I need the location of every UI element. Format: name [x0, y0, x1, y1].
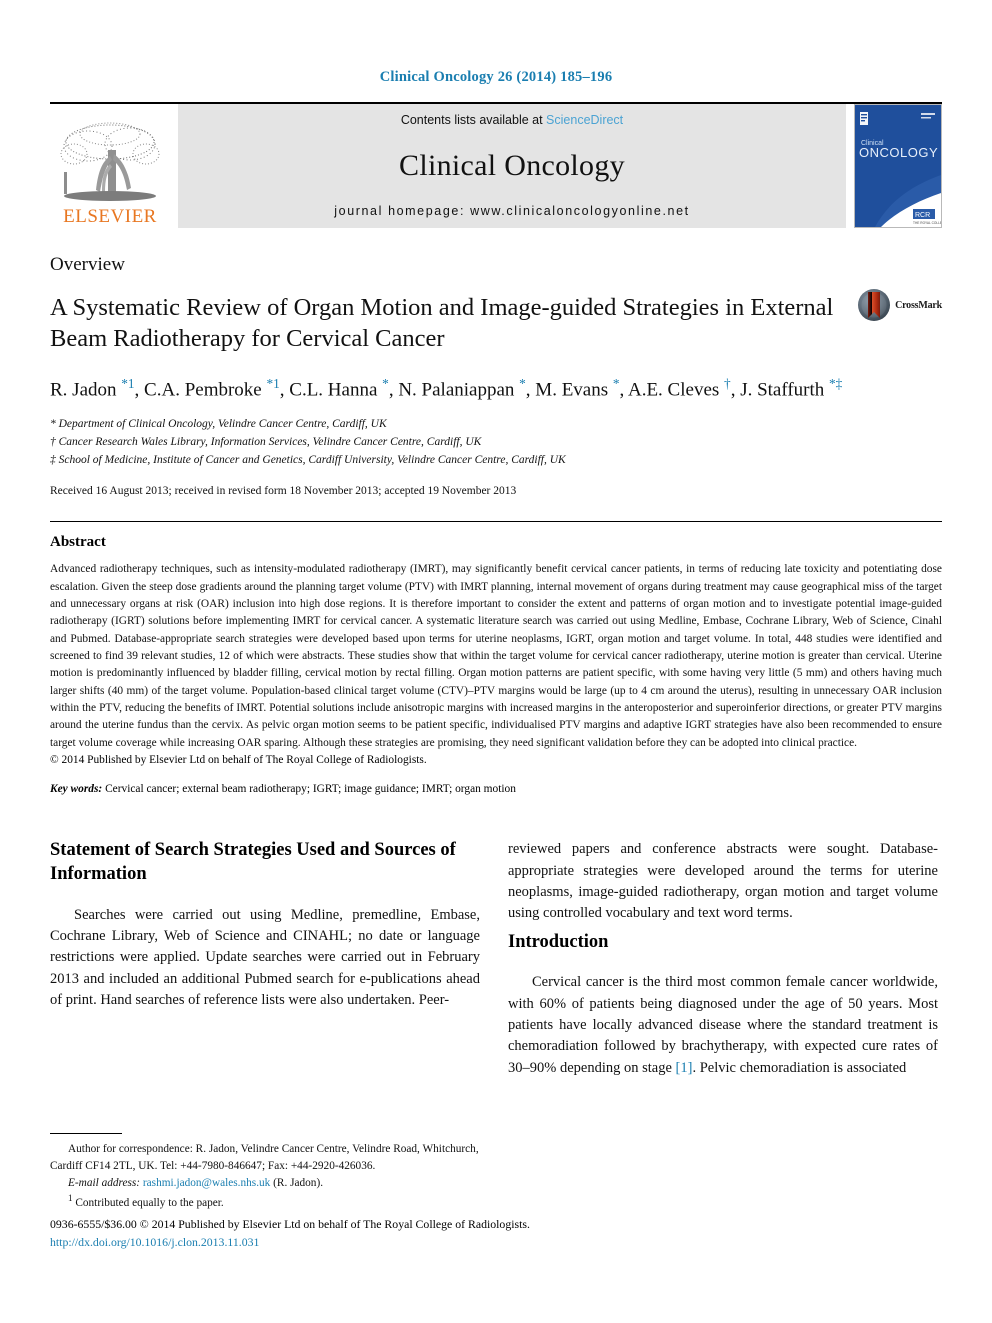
footnote-contributed-text: Contributed equally to the paper. [75, 1196, 224, 1209]
author-list: R. Jadon *1, C.A. Pembroke *1, C.L. Hann… [50, 375, 843, 401]
footnote-correspondence: Author for correspondence: R. Jadon, Vel… [50, 1143, 479, 1172]
paragraph-introduction: Cervical cancer is the third most common… [508, 972, 938, 1079]
email-suffix: (R. Jadon). [270, 1176, 324, 1189]
email-address-link[interactable]: rashmi.jadon@wales.nhs.uk [143, 1177, 270, 1189]
masthead-center-panel: Contents lists available at ScienceDirec… [178, 104, 846, 228]
paragraph-search-strategies: Searches were carried out using Medline,… [50, 906, 480, 1008]
doi-link[interactable]: http://dx.doi.org/10.1016/j.clon.2013.11… [50, 1234, 950, 1252]
footnote-marker-1: 1 [68, 1192, 73, 1203]
crossmark-badge[interactable]: CrossMark [857, 288, 942, 322]
footnote-divider [50, 1133, 122, 1134]
paragraph-search-strategies-continued: reviewed papers and conference abstracts… [508, 841, 938, 922]
running-head: Clinical Oncology 26 (2014) 185–196 [379, 69, 613, 85]
body-columns: Statement of Search Strategies Used and … [50, 839, 942, 1078]
journal-homepage-line[interactable]: journal homepage: www.clinicaloncologyon… [334, 204, 689, 218]
right-column: reviewed papers and conference abstracts… [508, 839, 938, 1078]
article-type-label: Overview [50, 254, 125, 275]
abstract-text: Advanced radiotherapy techniques, such a… [50, 563, 942, 749]
article-page: Clinical Oncology 26 (2014) 185–196 ELSE… [0, 0, 992, 1323]
affiliation-line: ‡ School of Medicine, Institute of Cance… [50, 453, 566, 466]
abstract-section: Abstract Advanced radiotherapy technique… [50, 521, 942, 795]
imprint-line: 0936-6555/$36.00 © 2014 Published by Els… [50, 1217, 530, 1231]
sciencedirect-link[interactable]: ScienceDirect [546, 113, 623, 127]
crossmark-label: CrossMark [895, 299, 942, 311]
svg-text:ONCOLOGY: ONCOLOGY [859, 145, 938, 160]
elsevier-logo: ELSEVIER [50, 104, 170, 228]
footnote-email: E-mail address: rashmi.jadon@wales.nhs.u… [50, 1175, 480, 1192]
email-label: E-mail address: [68, 1176, 141, 1189]
footnote-contributed: 1 Contributed equally to the paper. [50, 1192, 480, 1212]
abstract-heading: Abstract [50, 534, 106, 551]
elsevier-tree-icon [60, 122, 160, 201]
abstract-copyright: © 2014 Published by Elsevier Ltd on beha… [50, 754, 427, 767]
keywords-line: Key words: Cervical cancer; external bea… [50, 783, 942, 795]
elsevier-wordmark: ELSEVIER [63, 206, 157, 227]
contents-prefix-text: Contents lists available at [400, 113, 547, 127]
keywords-value: Cervical cancer; external beam radiother… [102, 783, 516, 796]
journal-masthead: ELSEVIER Contents lists available at Sci… [50, 102, 942, 228]
crossmark-icon [858, 289, 891, 321]
article-header: Overview CrossMark A Systematic Review o… [50, 254, 942, 497]
section-heading-search-strategies: Statement of Search Strategies Used and … [50, 840, 456, 885]
left-column: Statement of Search Strategies Used and … [50, 839, 480, 1078]
contents-list-line: Contents lists available at ScienceDirec… [401, 113, 623, 127]
keywords-label: Key words: [50, 783, 103, 796]
affiliation-line: † Cancer Research Wales Library, Informa… [50, 435, 482, 448]
citation-link-1[interactable]: [1] [676, 1060, 693, 1076]
affiliation-line: * Department of Clinical Oncology, Velin… [50, 418, 387, 431]
journal-title: Clinical Oncology [399, 148, 625, 182]
intro-text-b: . Pelvic chemoradiation is associated [692, 1059, 907, 1076]
journal-cover-thumbnail[interactable]: Clinical ONCOLOGY RCR THE ROYAL COLLEGE [854, 104, 942, 228]
journal-cover-image: Clinical ONCOLOGY RCR THE ROYAL COLLEGE [855, 105, 941, 227]
svg-text:THE ROYAL COLLEGE: THE ROYAL COLLEGE [913, 221, 941, 225]
page-title: A Systematic Review of Organ Motion and … [50, 294, 834, 353]
footnotes-block: Author for correspondence: R. Jadon, Vel… [50, 1133, 480, 1212]
article-history: Received 16 August 2013; received in rev… [50, 485, 517, 498]
imprint-block: 0936-6555/$36.00 © 2014 Published by Els… [50, 1216, 950, 1251]
svg-text:RCR: RCR [915, 212, 930, 219]
section-heading-introduction: Introduction [508, 931, 609, 952]
